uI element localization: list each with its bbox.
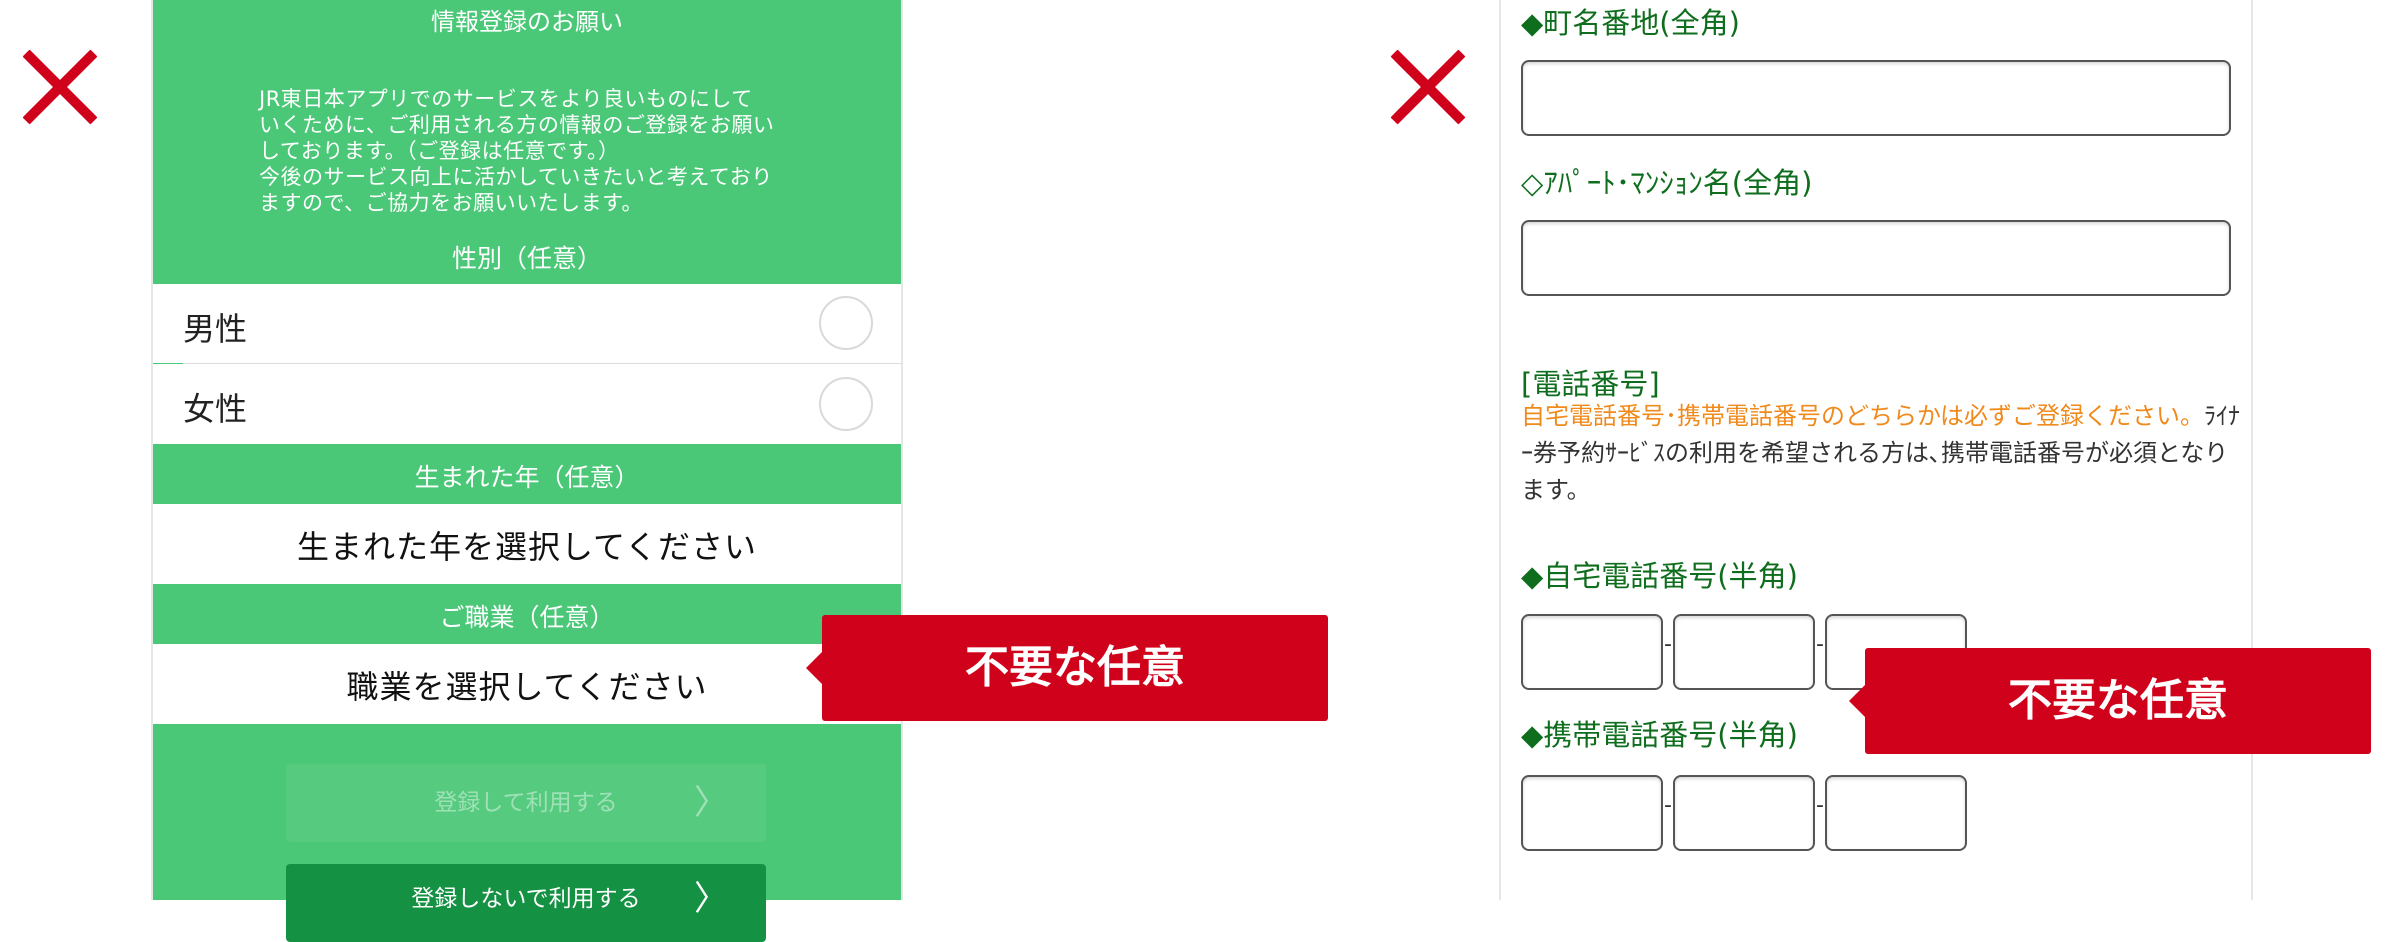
- intro-line: ますので、ご協力をお願いいたします。: [259, 191, 644, 215]
- occupation-header: ご職業（任意）: [439, 603, 615, 632]
- register-button-label: 登録して利用する: [434, 790, 618, 816]
- town-address-label: ◆町名番地(全角): [1521, 6, 1740, 40]
- apartment-name-label: ◇ｱﾊﾟｰﾄ･ﾏﾝｼｮﾝ名(全角): [1521, 166, 1813, 200]
- intro-line: いくために、ご利用される方の情報のご登録をお願い: [259, 113, 775, 137]
- mobile-phone-part-2[interactable]: [1673, 775, 1815, 851]
- unnecessary-optional-callout-left: 不要な任意: [806, 615, 1328, 721]
- mobile-phone-part-3[interactable]: [1825, 775, 1967, 851]
- mobile-phone-part-1[interactable]: [1521, 775, 1663, 851]
- birth-year-select[interactable]: 生まれた年を選択してください: [153, 504, 901, 584]
- home-phone-part-1[interactable]: [1521, 614, 1663, 690]
- intro-line: JR東日本アプリでのサービスをより良いものにして: [259, 87, 753, 111]
- callout-text: 不要な任意: [2008, 675, 2228, 726]
- intro-line: しております。（ご登録は任意です。）: [259, 139, 620, 163]
- phone-section-title: [電話番号]: [1521, 367, 1660, 401]
- chevron-right-icon: 〉: [694, 783, 728, 823]
- register-button[interactable]: 登録して利用する 〉: [286, 764, 766, 842]
- registration-screen-right: ◆町名番地(全角) ◇ｱﾊﾟｰﾄ･ﾏﾝｼｮﾝ名(全角) [電話番号] 自宅電話番…: [1499, 0, 2253, 900]
- occupation-select[interactable]: 職業を選択してください: [153, 644, 901, 724]
- gender-option-female[interactable]: 女性: [153, 364, 901, 444]
- intro-text: JR東日本アプリでのサービスをより良いものにして いくために、ご利用される方の情…: [259, 86, 819, 216]
- mobile-phone-dash: -: [1816, 793, 1824, 818]
- home-phone-label: ◆自宅電話番号(半角): [1521, 559, 1798, 593]
- skip-register-button[interactable]: 登録しないで利用する 〉: [286, 864, 766, 942]
- radio-female[interactable]: [819, 377, 873, 431]
- home-phone-dash: -: [1816, 632, 1824, 657]
- mobile-phone-label: ◆携帯電話番号(半角): [1521, 718, 1798, 752]
- callout-text: 不要な任意: [965, 642, 1185, 693]
- intro-line: 今後のサービス向上に活かしていきたいと考えており: [259, 165, 773, 189]
- gender-option-male[interactable]: 男性: [153, 284, 901, 363]
- gender-label-female: 女性: [183, 390, 248, 428]
- birth-year-header: 生まれた年（任意）: [414, 463, 640, 492]
- skip-register-button-label: 登録しないで利用する: [411, 886, 641, 912]
- unnecessary-optional-callout-right: 不要な任意: [1849, 648, 2371, 754]
- gender-label-male: 男性: [183, 310, 248, 348]
- info-request-heading: 情報登録のお願い: [431, 8, 623, 36]
- phone-note: 自宅電話番号･携帯電話番号のどちらかは必ずご登録ください。ﾗｲﾅｰ券予約ｻｰﾋﾞ…: [1521, 398, 2241, 509]
- x-mark-icon: [18, 46, 102, 130]
- phone-note-required: 自宅電話番号･携帯電話番号のどちらかは必ずご登録ください。: [1521, 402, 2205, 430]
- home-phone-dash: -: [1664, 632, 1672, 657]
- radio-male[interactable]: [819, 296, 873, 350]
- home-phone-part-2[interactable]: [1673, 614, 1815, 690]
- mobile-phone-dash: -: [1664, 793, 1672, 818]
- registration-screen-left: 情報登録のお願い JR東日本アプリでのサービスをより良いものにして いくために、…: [151, 0, 903, 942]
- town-address-input[interactable]: [1521, 60, 2231, 136]
- occupation-select-text: 職業を選択してください: [346, 668, 708, 706]
- chevron-right-icon: 〉: [694, 879, 728, 919]
- birth-year-select-text: 生まれた年を選択してください: [296, 528, 758, 566]
- apartment-name-input[interactable]: [1521, 220, 2231, 296]
- x-mark-icon: [1386, 46, 1470, 130]
- gender-header: 性別（任意）: [451, 244, 602, 273]
